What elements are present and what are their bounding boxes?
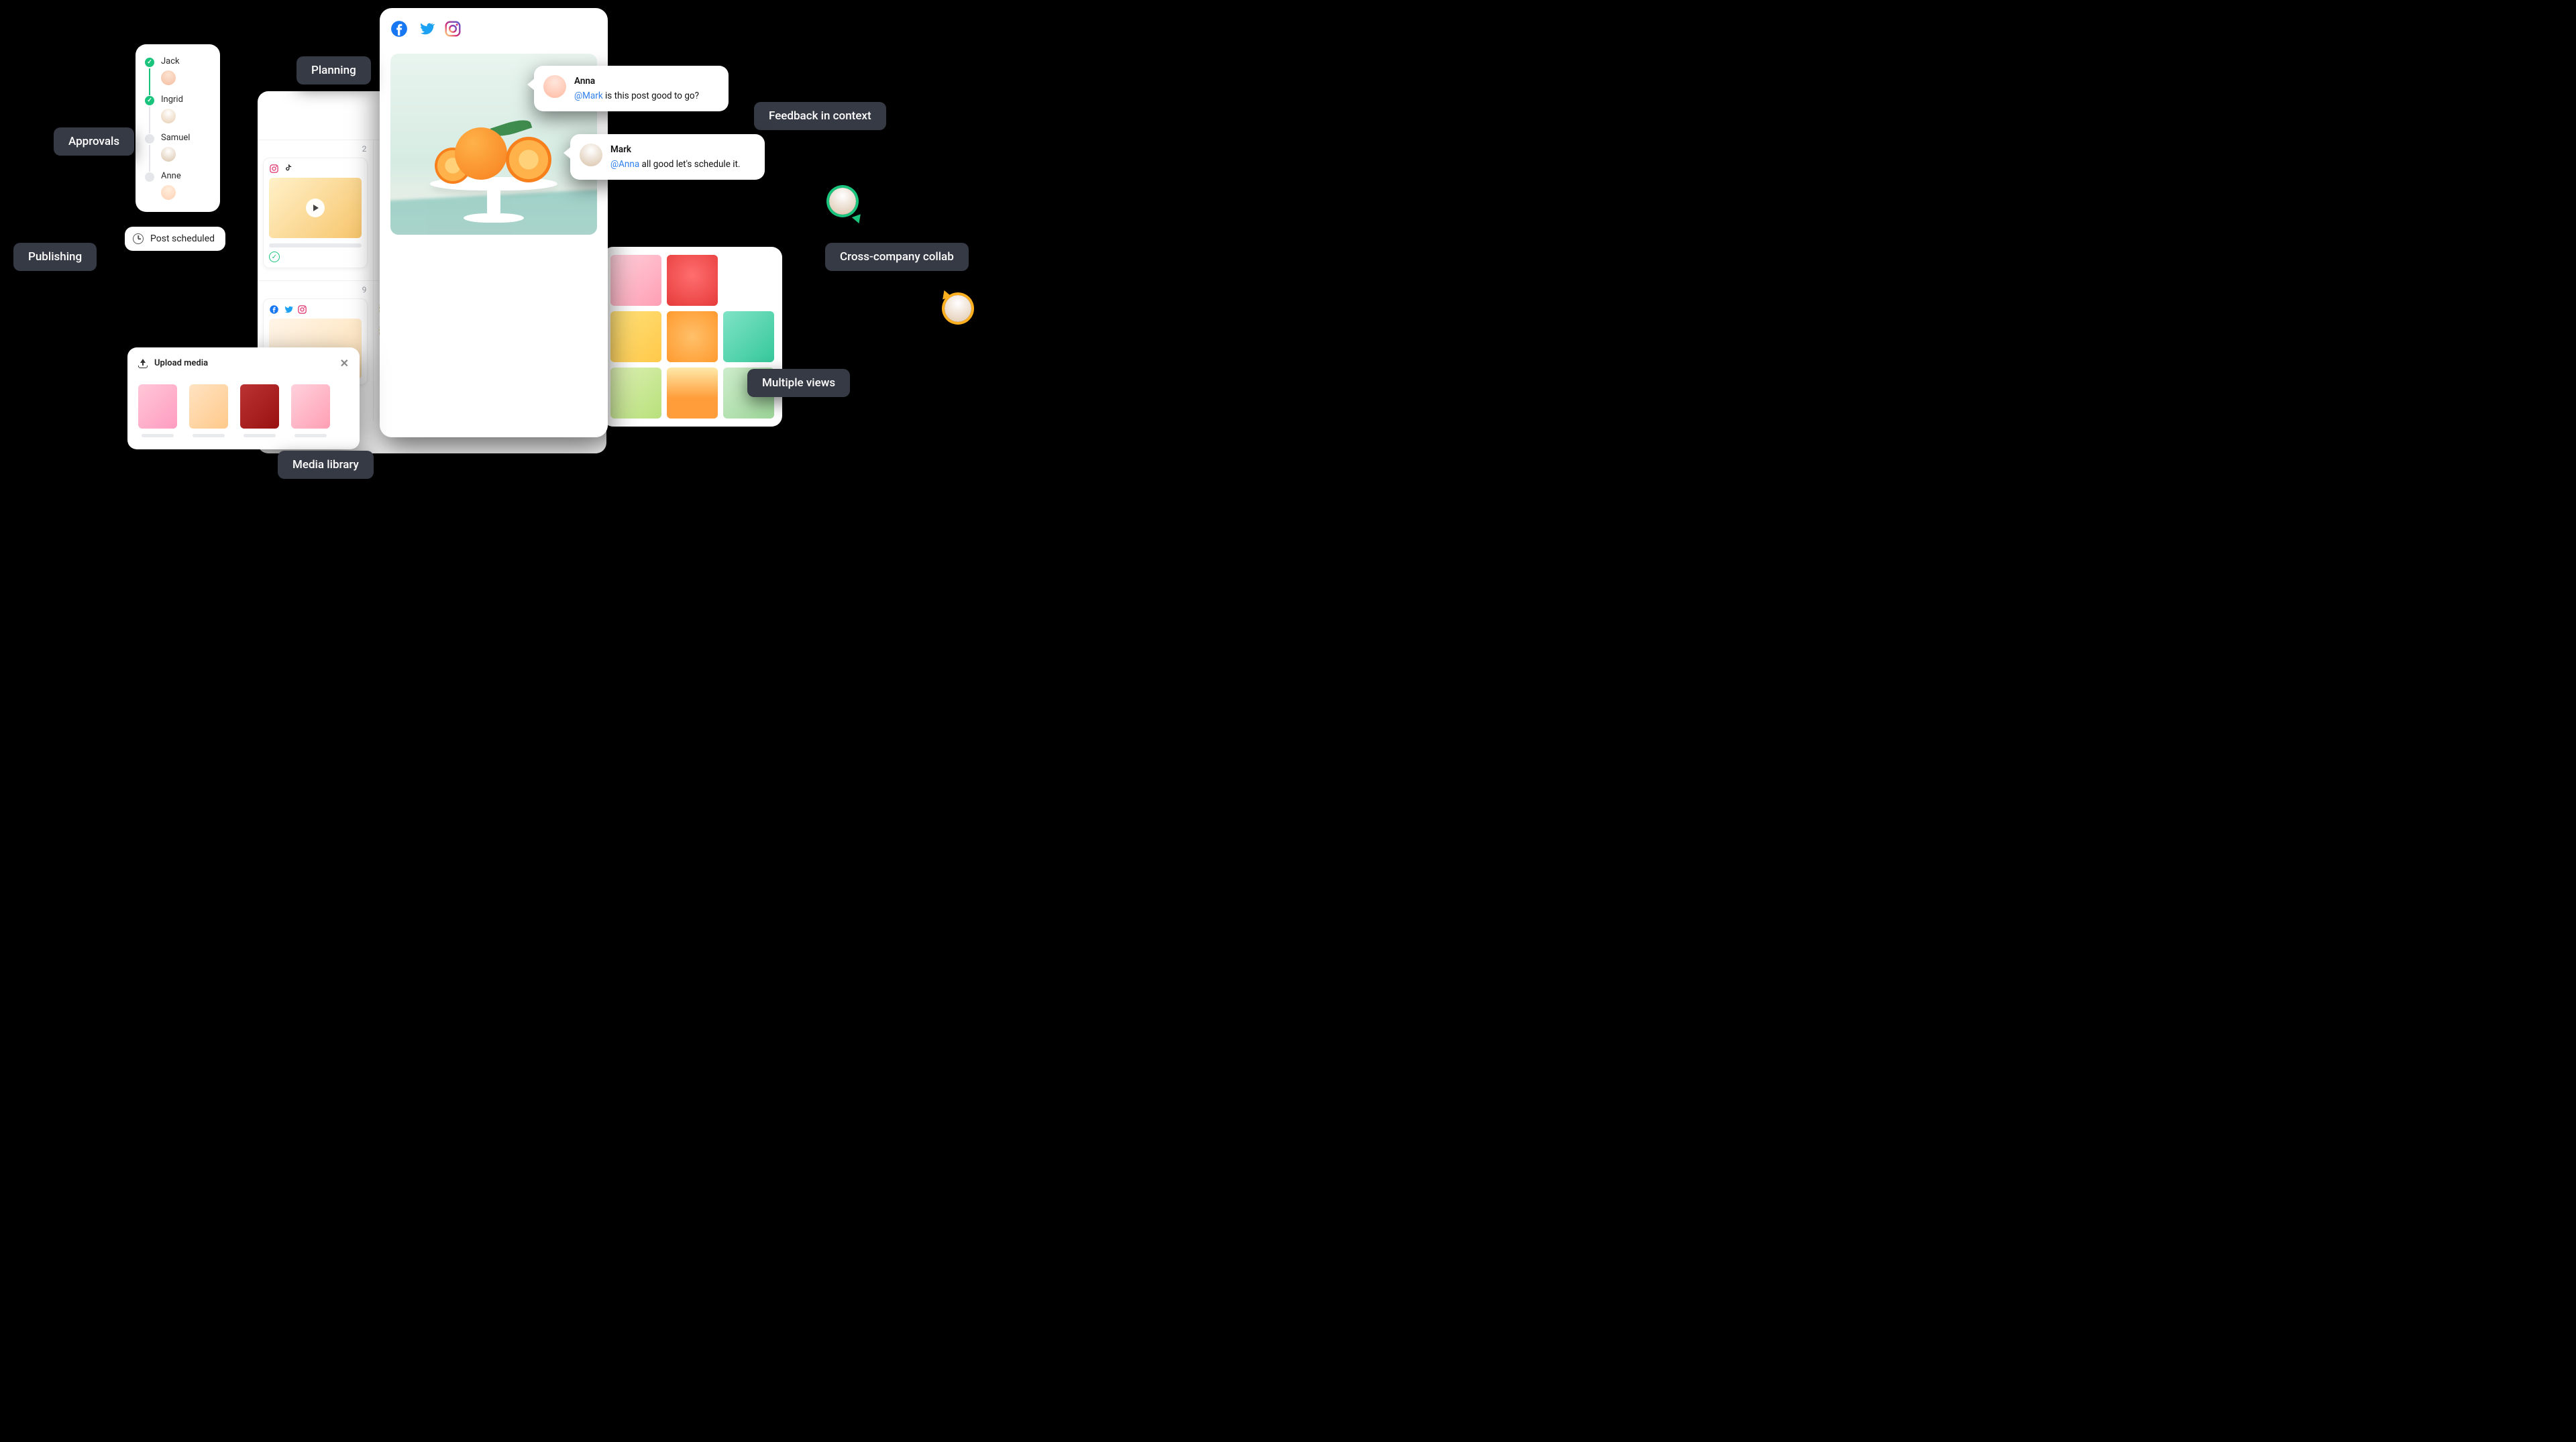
calendar-cell[interactable]: 2 ✓ [258, 140, 374, 280]
approval-row: Ingrid [145, 95, 211, 123]
bubble-tail-icon [564, 146, 572, 160]
approvals-card: Jack Ingrid Samuel Anne [136, 44, 220, 212]
avatar [580, 144, 602, 166]
bubble-tail-icon [527, 78, 535, 91]
comment-author: Mark [610, 144, 740, 156]
post-card[interactable]: ✓ [263, 158, 368, 268]
approval-row: Samuel [145, 133, 211, 162]
play-icon[interactable] [306, 199, 325, 217]
cross-collab-label: Cross-company collab [825, 243, 969, 271]
post-scheduled-chip: Post scheduled [125, 227, 225, 251]
progress-line [149, 107, 150, 133]
approval-name: Samuel [161, 133, 190, 143]
instagram-icon[interactable] [444, 20, 462, 38]
feedback-label: Feedback in context [754, 102, 886, 130]
mention[interactable]: @Mark [574, 91, 603, 101]
media-thumb[interactable] [723, 311, 774, 362]
approval-row: Anne [145, 171, 211, 200]
facebook-icon[interactable] [390, 20, 408, 38]
close-icon[interactable]: ✕ [340, 357, 349, 370]
facebook-icon [269, 304, 279, 315]
twitter-icon [283, 304, 293, 315]
date-number: 9 [362, 285, 367, 294]
pending-dot-icon [145, 134, 154, 144]
comment-body: @Anna all good let's schedule it. [610, 158, 740, 170]
comment-body: @Mark is this post good to go? [574, 90, 699, 102]
planning-label: Planning [297, 56, 371, 85]
clock-icon [133, 233, 144, 244]
multiple-views-label: Multiple views [747, 369, 850, 397]
media-thumb[interactable] [667, 255, 718, 306]
upload-item[interactable] [240, 384, 279, 437]
twitter-icon[interactable] [417, 20, 435, 38]
instagram-icon [269, 164, 279, 174]
approval-name: Jack [161, 56, 180, 66]
pending-dot-icon [145, 172, 154, 182]
tiktok-icon [283, 164, 293, 174]
upload-item[interactable] [189, 384, 228, 437]
date-number: 2 [362, 144, 367, 154]
media-thumb[interactable] [667, 368, 718, 419]
avatar [161, 185, 176, 200]
avatar [161, 147, 176, 162]
avatar [161, 70, 176, 85]
upload-item[interactable] [291, 384, 330, 437]
avatar [161, 109, 176, 123]
approved-check-icon: ✓ [269, 252, 280, 262]
media-grid-panel [602, 247, 782, 427]
media-thumb[interactable] [723, 255, 774, 306]
media-thumb[interactable] [610, 255, 661, 306]
approval-name: Anne [161, 171, 181, 181]
progress-line [149, 145, 150, 172]
comment-bubble[interactable]: Mark @Anna all good let's schedule it. [570, 134, 765, 180]
upload-icon [138, 359, 148, 368]
upload-item[interactable] [138, 384, 177, 437]
approvals-label: Approvals [54, 127, 134, 156]
check-icon [145, 96, 154, 105]
progress-line [149, 68, 150, 95]
comment-bubble[interactable]: Anna @Mark is this post good to go? [534, 66, 729, 111]
media-thumb[interactable] [610, 368, 661, 419]
comment-author: Anna [574, 75, 699, 87]
media-library-label: Media library [278, 451, 374, 479]
avatar [543, 75, 566, 98]
collaborator-avatar[interactable] [829, 188, 856, 215]
check-icon [145, 58, 154, 67]
upload-title: Upload media [154, 358, 208, 368]
approval-row: Jack [145, 56, 211, 85]
publishing-label: Publishing [13, 243, 97, 271]
collaborator-avatar[interactable] [945, 295, 971, 322]
instagram-icon [297, 304, 307, 315]
media-thumb[interactable] [610, 311, 661, 362]
mention[interactable]: @Anna [610, 159, 639, 170]
post-thumbnail [269, 178, 362, 238]
upload-media-dialog: Upload media ✕ [127, 347, 360, 449]
approval-name: Ingrid [161, 95, 183, 105]
post-meta-placeholder [269, 243, 362, 247]
post-scheduled-text: Post scheduled [150, 233, 215, 244]
cursor-icon [852, 211, 864, 223]
media-thumb[interactable] [667, 311, 718, 362]
